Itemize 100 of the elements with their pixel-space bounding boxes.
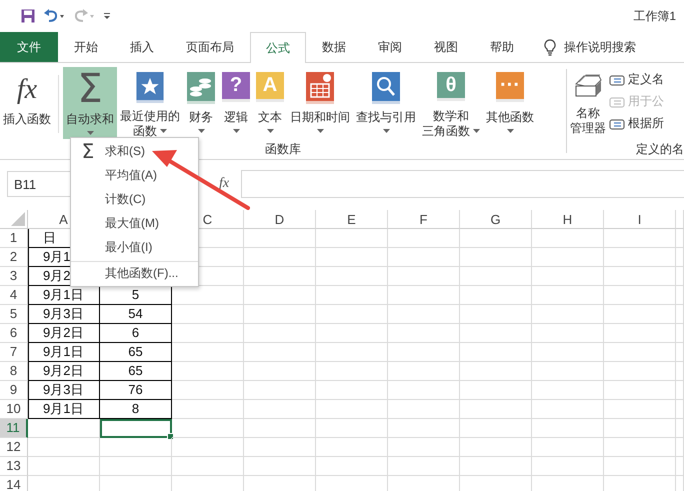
table-cell [316,324,388,343]
row-header[interactable]: 6 [0,324,28,343]
insert-function-icon[interactable]: fx [219,176,230,192]
table-cell [244,305,316,324]
caret-icon [198,129,204,133]
table-cell: 9月1日 [28,343,100,362]
row-header[interactable]: 5 [0,305,28,324]
ribbon-small-button[interactable]: 根据所 [609,115,664,132]
table-cell [460,229,532,248]
ribbon-button[interactable]: 查找与引用 [353,67,419,139]
menu-item[interactable]: 计数(C) [71,187,198,211]
table-cell [244,419,316,438]
column-header[interactable]: F [388,210,460,229]
name-manager-button[interactable]: 名称 管理器 [567,67,609,139]
table-cell: 8 [100,400,172,419]
ribbon-tab[interactable]: 审阅 [362,32,418,62]
formula-input[interactable] [241,170,684,198]
column-header[interactable]: I [604,210,676,229]
caret-icon [316,129,324,133]
table-cell [460,438,532,457]
table-cell [244,267,316,286]
row-header[interactable]: 4 [0,286,28,305]
ribbon-small-button[interactable]: 定义名 [609,71,664,88]
file-tab[interactable]: 文件 [0,32,58,62]
row-header[interactable]: 2 [0,248,28,267]
table-cell [388,286,460,305]
table-cell [460,305,532,324]
ribbon-button[interactable]: Σ 自动求和 [63,67,117,139]
ribbon-button[interactable]: fx 插入函数 [0,67,54,139]
table-cell [388,343,460,362]
table-cell [460,286,532,305]
table-cell [460,362,532,381]
ribbon-tab[interactable]: 公式 [250,32,306,63]
table-cell [532,419,604,438]
row-header[interactable]: 7 [0,343,28,362]
menu-item[interactable]: 平均值(A) [71,163,198,187]
row-header[interactable]: 11 [0,419,28,438]
row-header[interactable]: 1 [0,229,28,248]
ribbon-tab[interactable]: 数据 [306,32,362,62]
table-cell [244,362,316,381]
book-icon: ··· [496,72,524,102]
row-header[interactable]: 13 [0,457,28,476]
column-header[interactable]: G [460,210,532,229]
ribbon-tab[interactable]: 视图 [418,32,474,62]
ribbon-button[interactable]: ? 逻辑 [219,67,253,139]
table-cell [316,457,388,476]
table-cell [460,324,532,343]
row-header[interactable]: 9 [0,381,28,400]
ribbon-tab[interactable]: 页面布局 [170,32,250,62]
table-cell [388,457,460,476]
save-icon[interactable] [21,9,35,23]
caret-icon [266,129,274,133]
ribbon-button[interactable]: ··· 其他函数 [483,67,537,139]
undo-icon[interactable] [43,9,65,23]
lightbulb-icon[interactable] [544,38,556,56]
table-cell: 9月3日 [28,305,100,324]
row-header[interactable]: 3 [0,267,28,286]
table-cell: 76 [100,381,172,400]
table-cell: 9月2日 [28,362,100,381]
table-cell [388,267,460,286]
tell-me-search[interactable]: 操作说明搜索 [564,32,636,62]
table-cell [316,229,388,248]
table-cell [316,305,388,324]
table-cell [388,362,460,381]
table-cell [172,305,244,324]
ribbon-tab[interactable]: 插入 [114,32,170,62]
table-cell [532,324,604,343]
row-header[interactable]: 14 [0,476,28,491]
ribbon-button[interactable]: 财务 [183,67,219,139]
ribbon-button[interactable]: θ 数学和 三角函数 [419,67,483,139]
ribbon-button[interactable]: 日期和时间 [287,67,353,139]
ribbon-button[interactable]: A 文本 [253,67,287,139]
table-cell [460,343,532,362]
menu-item[interactable]: Σ 求和(S) [71,139,198,163]
small-icon [609,94,625,108]
table-cell: 9月2日 [28,324,100,343]
table-cell [460,400,532,419]
ribbon-tab[interactable]: 开始 [58,32,114,62]
table-cell [244,343,316,362]
menu-item[interactable]: 其他函数(F)... [71,261,198,285]
window-title: 工作簿1 [633,8,676,24]
row-header[interactable]: 12 [0,438,28,457]
table-cell [316,362,388,381]
column-header[interactable]: D [244,210,316,229]
customize-icon[interactable] [103,11,111,21]
row-header[interactable]: 8 [0,362,28,381]
table-cell [460,267,532,286]
table-cell [172,400,244,419]
table-cell [244,286,316,305]
column-header[interactable]: E [316,210,388,229]
column-header[interactable]: H [532,210,604,229]
table-cell [172,438,244,457]
table-cell [316,267,388,286]
table-cell [316,438,388,457]
active-cell[interactable] [100,419,172,438]
table-cell: 65 [100,362,172,381]
table-cell [172,457,244,476]
table-cell [532,400,604,419]
ribbon-tab[interactable]: 帮助 [474,32,530,62]
table-cell [460,419,532,438]
